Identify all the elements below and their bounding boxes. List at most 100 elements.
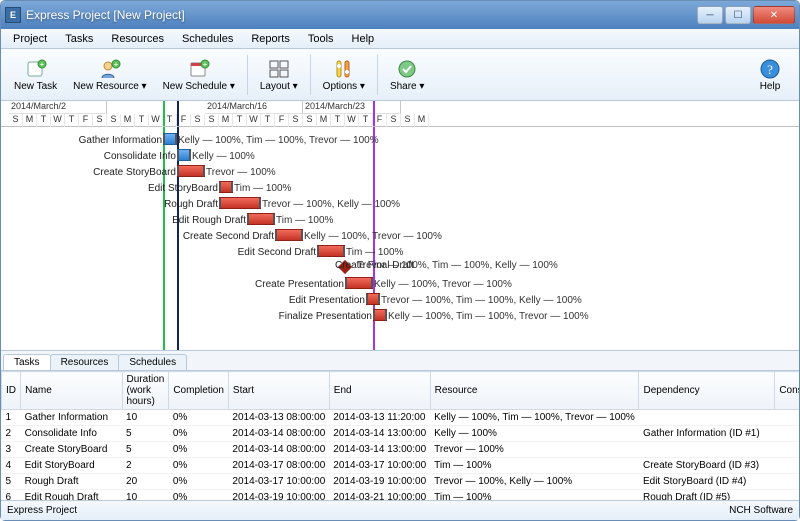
grid-col-dependency[interactable]: Dependency [639,372,775,410]
gantt-day-label: T [233,114,247,127]
tab-resources[interactable]: Resources [50,354,120,370]
layout-button[interactable]: Layout ▾ [253,54,305,95]
table-cell: Kelly — 100% [430,426,639,442]
grid-col-resource[interactable]: Resource [430,372,639,410]
svg-text:+: + [114,60,119,69]
table-row[interactable]: 3Create StoryBoard50%2014-03-14 08:00:00… [2,442,800,458]
table-cell: 6 [2,490,21,501]
table-row[interactable]: 5Rough Draft200%2014-03-17 10:00:002014-… [2,474,800,490]
toolbar-separator [310,55,311,95]
gantt-resource-label: Kelly — 100% [190,151,255,162]
gantt-bar[interactable]: Finalize PresentationKelly — 100%, Tim —… [373,309,387,321]
gantt-row[interactable]: Edit Rough DraftTim — 100% [1,211,799,227]
grid-col-start[interactable]: Start [228,372,329,410]
gantt-bar[interactable]: Edit StoryBoardTim — 100% [219,181,233,193]
gantt-chart[interactable]: 2014/March/22014/March/162014/March/23SM… [1,101,799,351]
table-cell: 5 [122,442,169,458]
table-cell: 0% [169,490,229,501]
gantt-resource-label: Kelly — 100%, Tim — 100%, Trevor — 100% [386,311,589,322]
table-row[interactable]: 6Edit Rough Draft100%2014-03-19 10:00:00… [2,490,800,501]
table-cell: Tim — 100% [430,490,639,501]
table-cell: Edit StoryBoard (ID #4) [639,474,775,490]
table-cell: 2014-03-19 10:00:00 [329,474,430,490]
gantt-row[interactable]: Finalize PresentationKelly — 100%, Tim —… [1,307,799,323]
minimize-button[interactable]: ─ [697,6,723,24]
gantt-row[interactable]: Edit StoryBoardTim — 100% [1,179,799,195]
grid-col-completion[interactable]: Completion [169,372,229,410]
gantt-day-label: T [135,114,149,127]
gantt-bar[interactable]: Gather InformationKelly — 100%, Tim — 10… [163,133,177,145]
gantt-day-label: T [65,114,79,127]
grid-col-id[interactable]: ID [2,372,21,410]
gantt-bar[interactable]: Edit Rough DraftTim — 100% [247,213,275,225]
help-button[interactable]: ? Help [747,54,793,95]
new-schedule-button[interactable]: +New Schedule ▾ [156,54,242,95]
table-cell: 0% [169,442,229,458]
table-row[interactable]: 1Gather Information100%2014-03-13 08:00:… [2,410,800,426]
gantt-row[interactable]: Rough DraftTrevor — 100%, Kelly — 100% [1,195,799,211]
gantt-bar[interactable]: Edit Second DraftTim — 100% [317,245,345,257]
tab-tasks[interactable]: Tasks [3,354,51,370]
gantt-bar[interactable]: Rough DraftTrevor — 100%, Kelly — 100% [219,197,261,209]
gantt-day-label: S [303,114,317,127]
gantt-row[interactable]: Create Second DraftKelly — 100%, Trevor … [1,227,799,243]
gantt-bar[interactable]: Create Second DraftKelly — 100%, Trevor … [275,229,303,241]
gantt-bar[interactable]: Consolidate InfoKelly — 100% [177,149,191,161]
gantt-bar[interactable]: Edit PresentationTrevor — 100%, Tim — 10… [366,293,380,305]
new-resource-icon: + [99,57,121,81]
new-task-button[interactable]: +New Task [7,54,64,95]
table-row[interactable]: 2Consolidate Info50%2014-03-14 08:00:002… [2,426,800,442]
gantt-day-label: W [51,114,65,127]
grid-col-name[interactable]: Name [21,372,122,410]
gantt-resource-label: Trevor — 100%, Kelly — 100% [260,199,400,210]
grid-col-constraint[interactable]: Constraint [775,372,799,410]
gantt-day-label: T [359,114,373,127]
new-task-icon: + [25,57,47,81]
new-resource-button[interactable]: +New Resource ▾ [66,54,153,95]
options-button[interactable]: Options ▾ [316,54,372,95]
grid-col-duration-work-hours-[interactable]: Duration (work hours) [122,372,169,410]
gantt-row[interactable]: Create Final DraftTrevor — 100%, Tim — 1… [1,259,799,275]
window-title: Express Project [New Project] [26,8,697,22]
menu-tools[interactable]: Tools [300,31,342,47]
table-cell: 5 [2,474,21,490]
menu-project[interactable]: Project [5,31,55,47]
gantt-task-label: Edit Rough Draft [172,215,248,226]
table-cell: 3 [2,442,21,458]
gantt-day-label: T [163,114,177,127]
table-cell: Create StoryBoard [21,442,122,458]
gantt-task-label: Create StoryBoard [93,167,178,178]
menu-reports[interactable]: Reports [243,31,298,47]
table-cell: Edit Rough Draft [21,490,122,501]
gantt-task-label: Create Final Draft [335,260,337,271]
gantt-day-label: S [93,114,107,127]
share-button[interactable]: Share ▾ [383,54,431,95]
table-cell [775,474,799,490]
table-cell: 0% [169,410,229,426]
toolbar-separator [377,55,378,95]
table-cell: 10 [122,410,169,426]
gantt-bar[interactable]: Create PresentationKelly — 100%, Trevor … [345,277,373,289]
menu-tasks[interactable]: Tasks [57,31,101,47]
gantt-resource-label: Tim — 100% [232,183,291,194]
gantt-row[interactable]: Gather InformationKelly — 100%, Tim — 10… [1,131,799,147]
gantt-day-label: F [79,114,93,127]
task-grid[interactable]: IDNameDuration (work hours)CompletionSta… [1,371,799,500]
gantt-row[interactable]: Edit PresentationTrevor — 100%, Tim — 10… [1,291,799,307]
layout-label: Layout ▾ [260,81,298,92]
gantt-row[interactable]: Create StoryBoardTrevor — 100% [1,163,799,179]
gantt-day-label: W [247,114,261,127]
menu-help[interactable]: Help [344,31,383,47]
tab-schedules[interactable]: Schedules [118,354,187,370]
gantt-row[interactable]: Consolidate InfoKelly — 100% [1,147,799,163]
menu-schedules[interactable]: Schedules [174,31,241,47]
table-cell: Gather Information (ID #1) [639,426,775,442]
gantt-row[interactable]: Edit Second DraftTim — 100% [1,243,799,259]
gantt-bar[interactable]: Create StoryBoardTrevor — 100% [177,165,205,177]
maximize-button[interactable]: ☐ [725,6,751,24]
grid-col-end[interactable]: End [329,372,430,410]
gantt-row[interactable]: Create PresentationKelly — 100%, Trevor … [1,275,799,291]
menu-resources[interactable]: Resources [103,31,172,47]
close-button[interactable]: ✕ [753,6,795,24]
table-row[interactable]: 4Edit StoryBoard20%2014-03-17 08:00:0020… [2,458,800,474]
